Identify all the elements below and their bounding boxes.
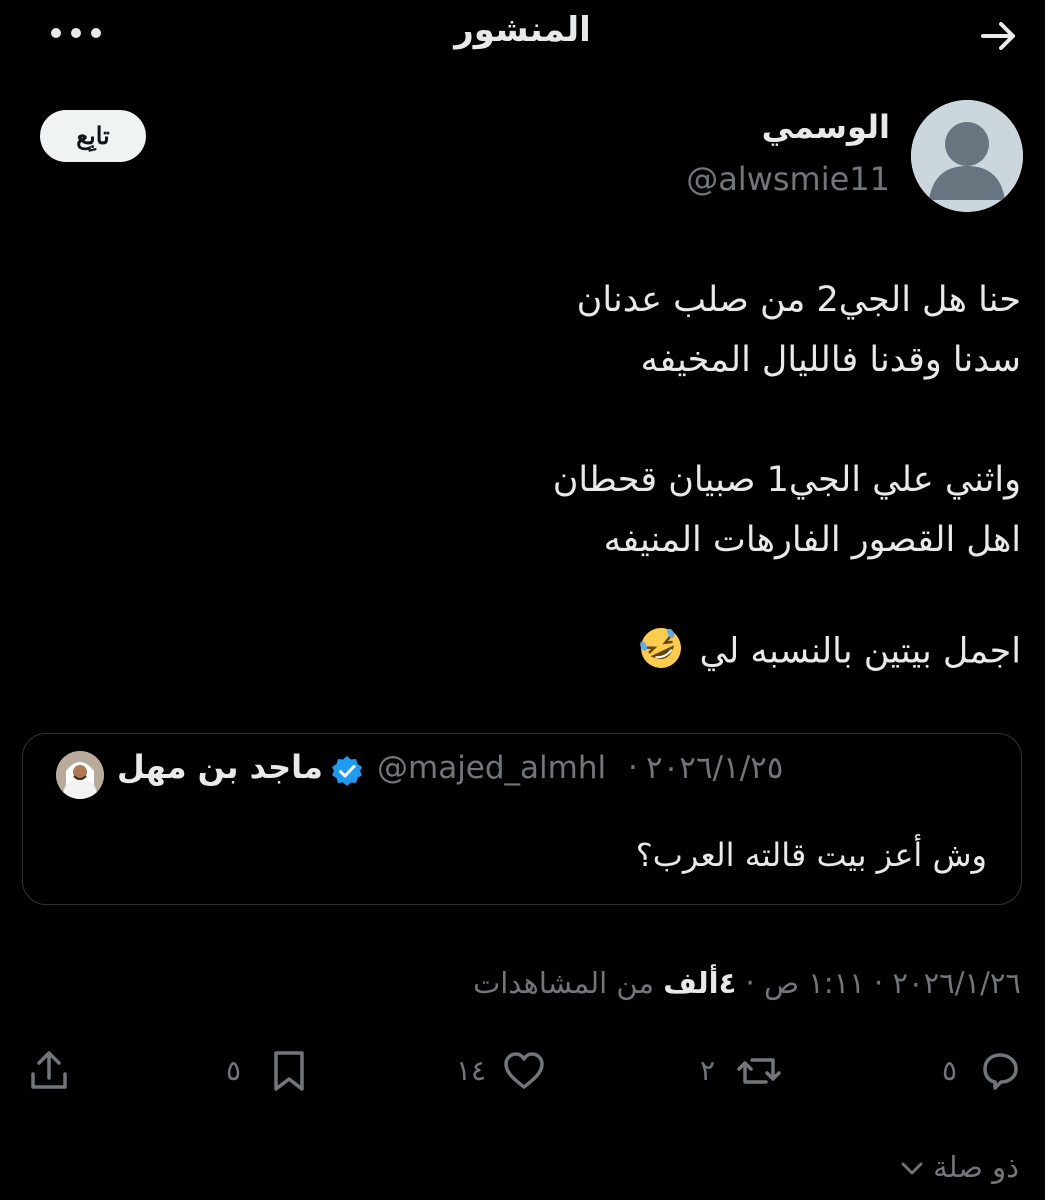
like-count: ١٤ xyxy=(456,1054,487,1087)
author-display-name[interactable]: الوسمي xyxy=(762,108,890,146)
quoted-author-avatar[interactable] xyxy=(56,751,104,799)
quoted-author-handle[interactable]: @majed_almhl xyxy=(377,750,606,786)
default-profile-icon xyxy=(911,100,1023,212)
arrow-right-icon xyxy=(981,22,1015,50)
tweet-text-line: واثني علي الجي1 صبيان قحطان xyxy=(552,460,1021,500)
tweet-text-line: سدنا وقدنا فالليال المخيفه xyxy=(640,340,1021,380)
views-label: من المشاهدات xyxy=(472,966,655,1000)
view-count[interactable]: ٤ألف xyxy=(663,966,736,1000)
related-toggle[interactable]: ذو صلة xyxy=(900,1150,1019,1184)
separator-dot: · xyxy=(628,750,638,786)
tweet-date[interactable]: ٢٠٢٦/١/٢٦ xyxy=(892,966,1021,1000)
tweet-text-line: اهل القصور الفارهات المنيفه xyxy=(603,520,1021,560)
rolling-laughing-emoji-icon xyxy=(638,625,684,680)
more-horizontal-icon xyxy=(51,28,101,38)
tweet-text: اجمل بيتين بالنسبه لي xyxy=(699,631,1021,672)
bookmark-count: ٥ xyxy=(226,1054,242,1087)
quoted-tweet-text: وش أعز بيت قالته العرب؟ xyxy=(635,836,987,874)
quoted-tweet-card[interactable]: ماجد بن مهل @majed_almhl · ٢٠٢٦/١/٢٥ وش … xyxy=(22,733,1022,905)
repost-count: ٢ xyxy=(700,1054,716,1087)
related-label: ذو صلة xyxy=(933,1150,1019,1184)
repost-icon xyxy=(737,1058,781,1084)
author-handle[interactable]: @alwsmie11 xyxy=(686,160,890,198)
heart-icon xyxy=(504,1052,544,1089)
top-bar: المنشور xyxy=(0,0,1045,70)
separator-dot: · xyxy=(745,966,755,1000)
share-button[interactable] xyxy=(26,1048,72,1098)
separator-dot: · xyxy=(873,966,884,1000)
avatar-photo-icon xyxy=(56,751,104,799)
tweet-meta: ٢٠٢٦/١/٢٦ · ١:١١ ص · ٤ألف من المشاهدات xyxy=(473,966,1021,1000)
chevron-down-icon xyxy=(901,1162,923,1175)
reply-button[interactable] xyxy=(977,1048,1023,1098)
verified-badge-icon xyxy=(330,754,364,788)
author-avatar[interactable] xyxy=(911,100,1023,212)
bookmark-icon xyxy=(274,1051,304,1091)
tweet-time[interactable]: ١:١١ ص xyxy=(764,966,865,1000)
reply-count: ٥ xyxy=(941,1054,957,1087)
follow-button[interactable]: تابِع xyxy=(40,110,146,162)
tweet-text-line-last: اجمل بيتين بالنسبه لي xyxy=(638,625,1021,680)
back-button[interactable] xyxy=(977,14,1021,58)
more-options-button[interactable] xyxy=(48,18,104,48)
repost-button[interactable] xyxy=(736,1048,782,1098)
bookmark-button[interactable] xyxy=(266,1048,312,1098)
reply-icon xyxy=(983,1053,1018,1090)
page-title: المنشور xyxy=(454,10,591,50)
share-icon xyxy=(31,1051,67,1089)
quoted-author-name[interactable]: ماجد بن مهل xyxy=(117,748,323,786)
like-button[interactable] xyxy=(501,1048,547,1098)
quoted-tweet-date[interactable]: ٢٠٢٦/١/٢٥ xyxy=(646,750,783,786)
tweet-text-line: حنا هل الجي2 من صلب عدنان xyxy=(576,280,1021,320)
